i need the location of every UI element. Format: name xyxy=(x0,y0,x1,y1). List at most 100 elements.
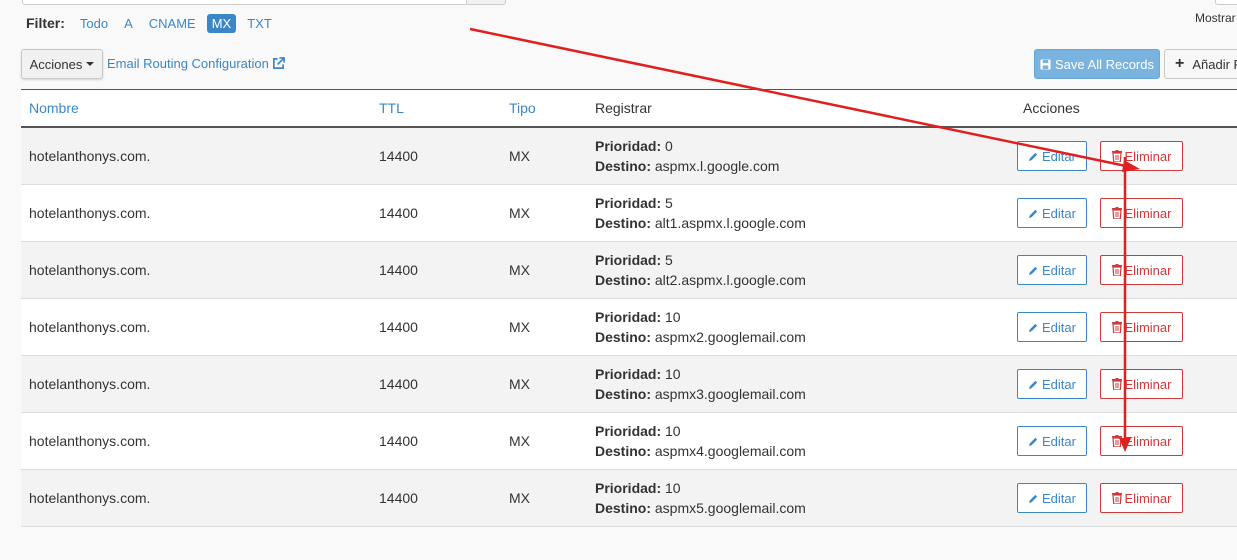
delete-button[interactable]: Eliminar xyxy=(1100,198,1183,228)
delete-button[interactable]: Eliminar xyxy=(1100,369,1183,399)
column-header-registrar: Registrar xyxy=(587,89,983,128)
cell-registrar: Prioridad: 10 Destino: aspmx3.googlemail.… xyxy=(587,355,983,413)
edit-label: Editar xyxy=(1042,205,1076,221)
edit-button[interactable]: Editar xyxy=(1017,483,1087,513)
destino-value: aspmx3.googlemail.com xyxy=(654,386,806,402)
cell-registrar: Prioridad: 10 Destino: aspmx4.googlemail.… xyxy=(587,412,983,470)
destino-label: Destino: xyxy=(595,158,651,174)
cell-registrar: Prioridad: 0 Destino: aspmx.l.google.com xyxy=(587,127,983,185)
prioridad-value: 10 xyxy=(665,480,681,496)
edit-button[interactable]: Editar xyxy=(1017,369,1087,399)
cell-tipo: MX xyxy=(501,412,587,470)
filter-a[interactable]: A xyxy=(119,14,138,33)
table-row: hotelanthonys.com. 14400 MX Prioridad: 5 Des… xyxy=(21,184,1237,242)
delete-button[interactable]: Eliminar xyxy=(1100,255,1183,285)
column-header-tipo[interactable]: Tipo xyxy=(501,89,587,128)
save-all-label: Save All Records xyxy=(1055,56,1154,72)
pencil-icon xyxy=(1028,323,1038,332)
prioridad-label: Prioridad: xyxy=(595,309,662,325)
add-record-button[interactable]: + Añadir R xyxy=(1164,49,1237,79)
destino-value: alt2.aspmx.l.google.com xyxy=(654,272,806,288)
cell-nombre: hotelanthonys.com. xyxy=(21,298,371,356)
edit-button[interactable]: Editar xyxy=(1017,312,1087,342)
table-row: hotelanthonys.com. 14400 MX Prioridad: 10 De… xyxy=(21,355,1237,413)
table-row: hotelanthonys.com. 14400 MX Prioridad: 10 De… xyxy=(21,298,1237,356)
trash-icon xyxy=(1111,435,1122,447)
delete-label: Eliminar xyxy=(1124,262,1172,278)
destino-label: Destino: xyxy=(595,329,651,345)
pencil-icon xyxy=(1028,380,1038,389)
edit-button[interactable]: Editar xyxy=(1017,255,1087,285)
edit-label: Editar xyxy=(1042,148,1076,164)
delete-button[interactable]: Eliminar xyxy=(1100,483,1183,513)
destino-value: aspmx5.googlemail.com xyxy=(654,500,806,516)
edit-button[interactable]: Editar xyxy=(1017,141,1087,171)
search-button[interactable] xyxy=(466,0,506,5)
prioridad-label: Prioridad: xyxy=(595,366,662,382)
destino-label: Destino: xyxy=(595,500,651,516)
destino-label: Destino: xyxy=(595,215,651,231)
delete-label: Eliminar xyxy=(1124,319,1172,335)
delete-label: Eliminar xyxy=(1124,376,1172,392)
cell-actions: Editar Eliminar xyxy=(983,355,1237,413)
destino-value: aspmx2.googlemail.com xyxy=(654,329,806,345)
table-row: hotelanthonys.com. 14400 MX Prioridad: 10 De… xyxy=(21,469,1237,527)
column-header-acciones: Acciones xyxy=(983,89,1237,128)
prioridad-label: Prioridad: xyxy=(595,252,662,268)
prioridad-label: Prioridad: xyxy=(595,138,662,154)
destino-value: aspmx.l.google.com xyxy=(654,158,780,174)
cell-nombre: hotelanthonys.com. xyxy=(21,127,371,185)
search-input[interactable] xyxy=(22,0,468,5)
cell-ttl: 14400 xyxy=(371,241,501,299)
trash-icon xyxy=(1111,264,1122,276)
edit-button[interactable]: Editar xyxy=(1017,198,1087,228)
email-routing-link[interactable]: Email Routing Configuration xyxy=(107,56,285,71)
delete-button[interactable]: Eliminar xyxy=(1100,312,1183,342)
save-all-records-button[interactable]: Save All Records xyxy=(1034,49,1160,79)
column-header-ttl[interactable]: TTL xyxy=(371,89,501,128)
cell-tipo: MX xyxy=(501,469,587,527)
column-header-nombre[interactable]: Nombre xyxy=(21,89,371,128)
delete-button[interactable]: Eliminar xyxy=(1100,141,1183,171)
trash-icon xyxy=(1111,492,1122,504)
prioridad-value: 10 xyxy=(665,309,681,325)
delete-button[interactable]: Eliminar xyxy=(1100,426,1183,456)
mostrar-label: Mostrar xyxy=(1195,11,1236,25)
prioridad-label: Prioridad: xyxy=(595,480,662,496)
acciones-dropdown-button[interactable]: Acciones xyxy=(21,49,103,79)
cell-tipo: MX xyxy=(501,184,587,242)
page-size-select[interactable] xyxy=(1215,0,1237,5)
delete-label: Eliminar xyxy=(1124,205,1172,221)
edit-label: Editar xyxy=(1042,433,1076,449)
prioridad-value: 5 xyxy=(665,252,673,268)
acciones-header-label: Acciones xyxy=(1023,100,1080,116)
filter-mx[interactable]: MX xyxy=(206,13,237,33)
filter-todo[interactable]: Todo xyxy=(75,14,113,33)
pencil-icon xyxy=(1028,437,1038,446)
cell-registrar: Prioridad: 5 Destino: alt1.aspmx.l.google… xyxy=(587,184,983,242)
plus-icon: + xyxy=(1175,55,1185,72)
filter-txt[interactable]: TXT xyxy=(242,14,277,33)
prioridad-value: 10 xyxy=(665,423,681,439)
cell-actions: Editar Eliminar xyxy=(983,469,1237,527)
destino-label: Destino: xyxy=(595,272,651,288)
save-icon xyxy=(1040,58,1051,70)
cell-nombre: hotelanthonys.com. xyxy=(21,469,371,527)
cell-ttl: 14400 xyxy=(371,127,501,185)
cell-nombre: hotelanthonys.com. xyxy=(21,355,371,413)
table-row: hotelanthonys.com. 14400 MX Prioridad: 5 Des… xyxy=(21,241,1237,299)
cell-registrar: Prioridad: 10 Destino: aspmx2.googlemail.… xyxy=(587,298,983,356)
pencil-icon xyxy=(1028,209,1038,218)
edit-button[interactable]: Editar xyxy=(1017,426,1087,456)
cell-registrar: Prioridad: 5 Destino: alt2.aspmx.l.google… xyxy=(587,241,983,299)
destino-value: alt1.aspmx.l.google.com xyxy=(654,215,806,231)
dns-records-table: Nombre TTL Tipo Registrar Acciones hotel… xyxy=(21,89,1237,527)
table-row: hotelanthonys.com. 14400 MX Prioridad: 10 De… xyxy=(21,412,1237,470)
prioridad-value: 0 xyxy=(665,138,673,154)
cell-ttl: 14400 xyxy=(371,184,501,242)
trash-icon xyxy=(1111,321,1122,333)
destino-label: Destino: xyxy=(595,386,651,402)
destino-value: aspmx4.googlemail.com xyxy=(654,443,806,459)
filter-bar: Filter: Todo A CNAME MX TXT xyxy=(26,12,283,34)
filter-cname[interactable]: CNAME xyxy=(144,14,201,33)
